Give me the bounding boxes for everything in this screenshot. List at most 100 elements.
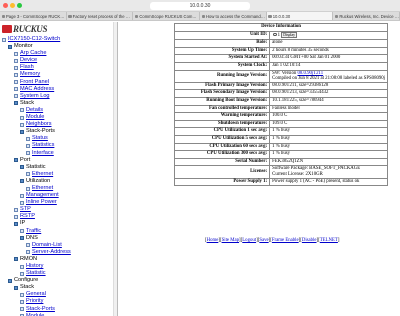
footer-link-save[interactable]: Save [259,238,268,243]
tree-item-statistic[interactable]: Statistic [2,270,117,277]
tree-item-label[interactable]: General [26,291,46,298]
tree-item-label[interactable]: Interface [32,150,54,157]
tree-item-rmon[interactable]: RMON [2,256,117,263]
tree-item-label[interactable]: Server-Address [32,249,71,256]
footer-link-site-map[interactable]: Site Map [222,238,239,243]
browser-tab[interactable]: Page 3 - CommScope RUCKUS ... [0,12,67,20]
tree-item-stack-ports[interactable]: Stack-Ports [2,306,117,313]
tree-item-dns[interactable]: DNS [2,235,117,242]
tree-item-label[interactable]: Module [26,313,44,316]
tree-item-status[interactable]: Status [2,135,117,142]
tree-item-rstp[interactable]: RSTP [2,213,117,220]
browser-tab[interactable]: How to access the Command Li... [200,12,267,20]
unit-id-radio[interactable] [273,32,277,37]
tree-item-label[interactable]: Stack-Ports [26,306,55,313]
tree-item-module[interactable]: Module [2,114,117,121]
tree-item-flash[interactable]: Flash [2,64,117,71]
tree-item-module[interactable]: Module [2,313,117,316]
tree-item-label[interactable]: Domain-List [32,242,62,249]
tree-item-server-address[interactable]: Server-Address [2,249,117,256]
tree-item-ethernet[interactable]: Ethernet [2,185,117,192]
minimize-window-button[interactable] [10,3,15,8]
display-button[interactable]: Display [281,32,298,38]
tree-item-label[interactable]: Statistics [32,142,54,149]
tree-item-label[interactable]: Details [26,107,43,114]
browser-tab[interactable]: Factory reset process of the Ru... [67,12,134,20]
field-value: 00:03:34 GMT+00 Sat Jan 01 2000 [269,54,388,64]
tree-item-neighbors[interactable]: Neighbors [2,121,117,128]
tree-item-label[interactable]: Management [26,192,59,199]
tree-root[interactable]: ICX7150-C12-Switch [2,36,117,43]
tree-item-memory[interactable]: Memory [2,71,117,78]
tree-item-label: IP [20,220,26,227]
page-icon [14,80,18,85]
nav-scrollbar[interactable] [113,22,117,316]
tree-root-label[interactable]: ICX7150-C12-Switch [8,36,60,43]
tree-item-port[interactable]: Port [2,157,117,164]
tree-item-label[interactable]: Status [32,135,48,142]
close-window-button[interactable] [3,3,8,8]
tree-item-history[interactable]: History [2,263,117,270]
page-icon [14,214,18,219]
field-label: Flash Secondary Image Version: [173,89,271,99]
footer-link-logout[interactable]: Logout [242,238,256,243]
tree-item-statistic[interactable]: Statistic [2,164,117,171]
tree-item-label[interactable]: Front Panel [20,79,49,86]
tree-item-monitor[interactable]: Monitor [2,43,117,50]
tree-item-label[interactable]: RSTP [20,213,35,220]
tree-item-label[interactable]: Neighbors [26,121,52,128]
tree-item-statistics[interactable]: Statistics [2,142,117,149]
address-bar[interactable]: 10.0.0.30 [150,2,250,10]
tree-item-label[interactable]: Arp Cache [20,50,46,57]
tree-item-utilization[interactable]: Utilization [2,178,117,185]
tree-item-domain-list[interactable]: Domain-List [2,242,117,249]
tree-item-management[interactable]: Management [2,192,117,199]
tree-item-system-log[interactable]: System Log [2,93,117,100]
tree-item-stack[interactable]: Stack [2,100,117,107]
tree-item-ethernet[interactable]: Ethernet [2,171,117,178]
maximize-window-button[interactable] [17,3,22,8]
folder-icon [14,257,18,262]
tree-item-label[interactable]: Module [26,114,44,121]
tree-item-label[interactable]: Statistic [26,270,46,277]
tree-item-front-panel[interactable]: Front Panel [2,79,117,86]
tree-item-label[interactable]: Ethernet [32,171,53,178]
tree-item-label[interactable]: System Log [20,93,50,100]
page-icon [26,136,30,141]
tree-item-ip[interactable]: IP [2,220,117,227]
tree-item-label[interactable]: Device [20,57,37,64]
tree-item-device[interactable]: Device [2,57,117,64]
version-link[interactable]: 08.0.90jT211 [297,71,323,75]
tree-item-label[interactable]: STP [20,206,31,213]
tree-item-label[interactable]: Memory [20,71,40,78]
tree-item-stp[interactable]: STP [2,206,117,213]
tree-item-traffic[interactable]: Traffic [2,228,117,235]
tree-item-stack-ports[interactable]: Stack-Ports [2,128,117,135]
tree-item-arp-cache[interactable]: Arp Cache [2,50,117,57]
tree-item-general[interactable]: General [2,291,117,298]
tree-item-priority[interactable]: Priority [2,298,117,305]
browser-tab[interactable]: 10.0.0.30 [266,12,334,20]
footer-link-frame-enable[interactable]: Frame Enable [272,238,299,243]
footer-link-disable[interactable]: Disable [302,238,317,243]
tree-item-label[interactable]: Ethernet [32,185,53,192]
tree-item-label: Stack [20,99,34,106]
tree-item-label[interactable]: Priority [26,298,43,305]
tree-item-details[interactable]: Details [2,107,117,114]
tree-item-interface[interactable]: Interface [2,150,117,157]
tree-item-label[interactable]: Inline Power [26,199,57,206]
footer-link-telnet[interactable]: TELNET [320,238,338,243]
browser-tab[interactable]: Ruckus Wireless, Inc. Device M... [333,12,400,20]
field-value: 10.1.18T225, size=786944 [269,97,388,106]
tree-item-configure[interactable]: Configure [2,277,117,284]
tree-item-label[interactable]: Traffic [26,228,41,235]
tree-item-inline-power[interactable]: Inline Power [2,199,117,206]
tree-item-stack[interactable]: Stack [2,284,117,291]
tree-item-label[interactable]: Flash [20,64,34,71]
tree-item-label[interactable]: MAC Address [20,86,54,93]
browser-tab[interactable]: CommScope RUCKUS Communi... [133,12,201,20]
footer-link-home[interactable]: Home [207,238,219,243]
tree-item-label: Monitor [14,43,33,50]
tree-item-mac-address[interactable]: MAC Address [2,86,117,93]
tree-item-label[interactable]: History [26,263,43,270]
